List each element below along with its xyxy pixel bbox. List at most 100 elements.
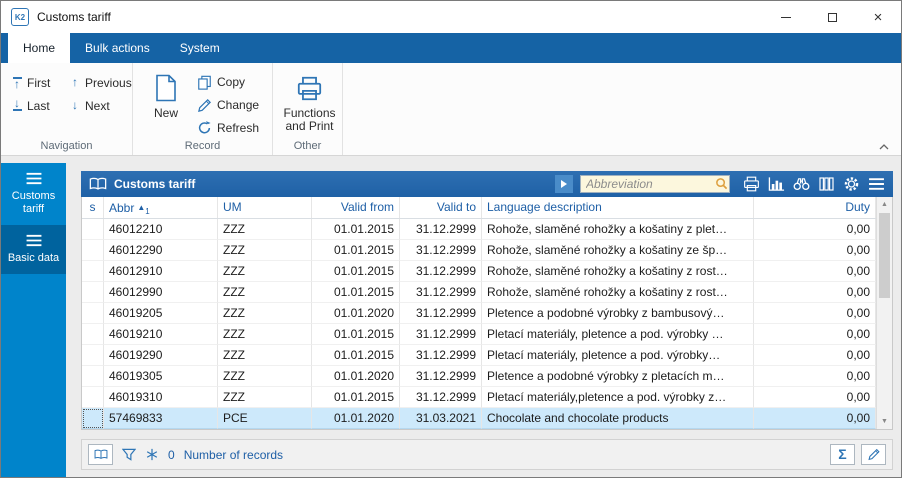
record-count: 0 — [168, 447, 175, 462]
functions-and-print-label: Functions and Print — [283, 106, 336, 133]
column-header-valid-to[interactable]: Valid to — [400, 197, 482, 218]
sidebar-item-label: Customs tariff — [11, 190, 56, 215]
pencil-icon — [867, 448, 881, 461]
next-icon: ↓ — [72, 98, 78, 112]
sidebar: Customs tariff Basic data — [1, 163, 66, 477]
table-row[interactable]: 57469833 PCE 01.01.2020 31.03.2021 Chocolate… — [82, 408, 876, 429]
table-row[interactable]: 46019310 ZZZ 01.01.2015 31.12.2999 Pletací m… — [82, 387, 876, 408]
group-label-navigation: Navigation — [40, 140, 93, 152]
gear-icon[interactable] — [842, 175, 860, 193]
filter-icon[interactable] — [122, 448, 136, 461]
table-row[interactable]: 46019290 ZZZ 01.01.2015 31.12.2999 Pletací m… — [82, 345, 876, 366]
refresh-icon — [197, 120, 212, 135]
window-title: Customs tariff — [37, 10, 111, 24]
first-button[interactable]: ↑ First — [11, 71, 67, 94]
ribbon: ↑ First ↑ Previous ↓ Last ↓ Next Navigation New… — [1, 63, 901, 156]
ribbon-group-navigation: ↑ First ↑ Previous ↓ Last ↓ Next Navigation — [1, 63, 133, 155]
sidebar-item-label: Basic data — [7, 252, 60, 264]
last-button[interactable]: ↓ Last — [11, 94, 67, 117]
printer-icon — [296, 72, 323, 104]
table-body: 46012210 ZZZ 01.01.2015 31.12.2999 Rohože, s… — [82, 219, 876, 429]
maximize-icon — [827, 12, 837, 22]
chevron-up-icon — [879, 144, 889, 150]
copy-icon — [197, 75, 212, 90]
book-toggle-button[interactable] — [88, 444, 113, 465]
ribbon-group-record: New Copy Change Refresh Record — [133, 63, 273, 155]
title-bar: K2 Customs tariff × — [1, 1, 901, 33]
change-icon — [197, 98, 212, 113]
sum-button[interactable]: Σ — [830, 444, 855, 465]
column-header-s[interactable]: s — [82, 197, 104, 218]
status-bar: 0 Number of records Σ — [81, 439, 893, 470]
window-controls: × — [763, 1, 901, 33]
columns-icon[interactable] — [817, 175, 835, 193]
group-label-record: Record — [184, 140, 221, 152]
column-header-um[interactable]: UM — [218, 197, 312, 218]
ribbon-tab-bar: Home Bulk actions System — [1, 33, 901, 63]
record-items: Copy Change Refresh — [197, 71, 259, 139]
play-button[interactable] — [555, 175, 573, 193]
column-header-language-description[interactable]: Language description — [482, 197, 754, 218]
new-button[interactable]: New — [143, 71, 189, 139]
sidebar-item-customs-tariff[interactable]: Customs tariff — [1, 163, 66, 225]
close-button[interactable]: × — [855, 1, 901, 33]
record-count-label: Number of records — [183, 447, 284, 462]
table-row[interactable]: 46019205 ZZZ 01.01.2020 31.12.2999 Pletence … — [82, 303, 876, 324]
copy-button[interactable]: Copy — [197, 71, 259, 94]
minimize-button[interactable] — [763, 1, 809, 33]
ribbon-group-other: Functions and Print Other — [273, 63, 343, 155]
ribbon-collapse-button[interactable] — [879, 144, 889, 150]
column-header-duty[interactable]: Duty — [754, 197, 876, 218]
vertical-scrollbar[interactable]: ▲ ▼ — [876, 197, 892, 429]
panel-header: Customs tariff — [81, 171, 893, 197]
sidebar-item-basic-data[interactable]: Basic data — [1, 225, 66, 274]
maximize-button[interactable] — [809, 1, 855, 33]
main-panel: Customs tariff sAbbr▲1UMValid fromValid … — [81, 171, 893, 470]
scroll-up-icon[interactable]: ▲ — [877, 197, 892, 212]
search-input[interactable] — [580, 175, 730, 193]
edit-button[interactable] — [861, 444, 886, 465]
sort-asc-icon: ▲1 — [137, 203, 150, 216]
last-icon: ↓ — [12, 96, 22, 111]
list-icon — [25, 172, 43, 185]
next-button[interactable]: ↓ Next — [69, 94, 132, 117]
table-row[interactable]: 46012990 ZZZ 01.01.2015 31.12.2999 Rohože, s… — [82, 282, 876, 303]
menu-icon[interactable] — [867, 175, 885, 193]
first-icon: ↑ — [12, 77, 22, 91]
table-row[interactable]: 46012290 ZZZ 01.01.2015 31.12.2999 Rohože, s… — [82, 240, 876, 261]
tab-system[interactable]: System — [165, 33, 235, 63]
panel-title: Customs tariff — [114, 177, 196, 191]
refresh-button[interactable]: Refresh — [197, 116, 259, 139]
printer-icon[interactable] — [742, 175, 760, 193]
magnifier-icon[interactable] — [715, 177, 728, 190]
book-icon — [94, 448, 108, 461]
change-button[interactable]: Change — [197, 94, 259, 117]
close-icon: × — [873, 8, 883, 26]
statusbar-right: Σ — [830, 444, 886, 465]
app-window: K2 Customs tariff × Home Bulk actions Syst… — [0, 0, 902, 478]
column-header-abbr[interactable]: Abbr ▲1 — [104, 197, 218, 218]
binoculars-icon[interactable] — [792, 175, 810, 193]
new-button-label: New — [153, 106, 178, 120]
app-icon: K2 — [11, 8, 29, 26]
tab-bulk-actions[interactable]: Bulk actions — [70, 33, 165, 63]
column-header-valid-from[interactable]: Valid from — [312, 197, 400, 218]
minimize-icon — [781, 16, 791, 18]
group-label-other: Other — [293, 140, 322, 152]
table-row[interactable]: 46019305 ZZZ 01.01.2020 31.12.2999 Pletence … — [82, 366, 876, 387]
scroll-down-icon[interactable]: ▼ — [877, 414, 892, 429]
table-row[interactable]: 46012210 ZZZ 01.01.2015 31.12.2999 Rohože, s… — [82, 219, 876, 240]
table-row[interactable]: 46019210 ZZZ 01.01.2015 31.12.2999 Pletací m… — [82, 324, 876, 345]
tab-home[interactable]: Home — [8, 33, 71, 63]
table-header-row: s Abbr ▲1 UM Valid from Valid to Language desc… — [82, 197, 876, 219]
panel-toolbar — [742, 175, 885, 193]
functions-and-print-button[interactable]: Functions and Print — [283, 71, 336, 133]
snowflake-icon[interactable] — [145, 448, 159, 461]
list-icon — [25, 234, 43, 247]
previous-button[interactable]: ↑ Previous — [69, 71, 132, 94]
scrollbar-thumb[interactable] — [879, 213, 890, 298]
navigation-items: ↑ First ↑ Previous ↓ Last ↓ Next — [11, 71, 132, 117]
grid-area: s Abbr ▲1 UM Valid from Valid to Language desc… — [81, 197, 893, 430]
table-row[interactable]: 46012910 ZZZ 01.01.2015 31.12.2999 Rohože, s… — [82, 261, 876, 282]
chart-icon[interactable] — [767, 175, 785, 193]
